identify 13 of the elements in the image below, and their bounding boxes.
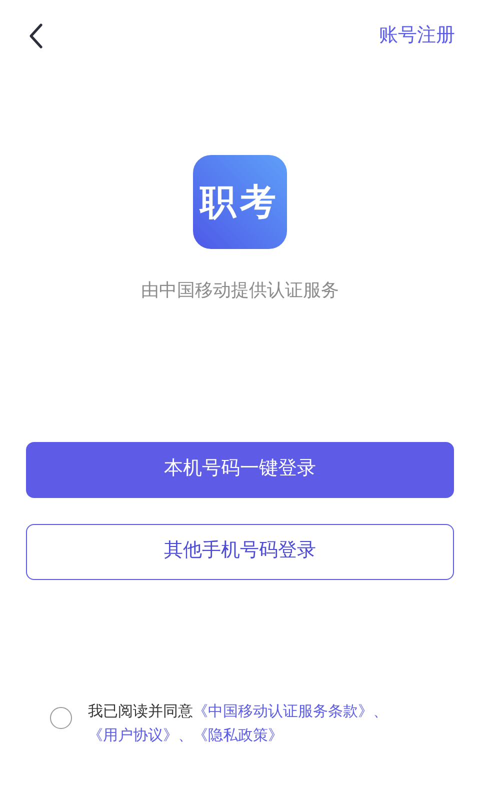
app-logo: 职考: [193, 154, 287, 248]
agreement-link[interactable]: 《隐私政策》: [193, 726, 283, 744]
provider-note: 由中国移动提供认证服务: [140, 278, 340, 302]
agree-checkbox[interactable]: [50, 706, 72, 728]
back-icon[interactable]: [28, 23, 44, 50]
agreement-text: 我已阅读并同意《中国移动认证服务条款》、 《用户协议》、《隐私政策》: [88, 702, 389, 746]
register-link[interactable]: 账号注册: [379, 22, 455, 50]
agreement-link[interactable]: 、: [178, 726, 193, 744]
agreement-link[interactable]: 《中国移动认证服务条款》: [193, 702, 373, 720]
agreement-link[interactable]: 、: [373, 702, 388, 720]
one-tap-login-button[interactable]: 本机号码一键登录: [26, 442, 454, 498]
agreement-link[interactable]: 《用户协议》: [88, 726, 178, 744]
other-phone-login-button[interactable]: 其他手机号码登录: [26, 524, 454, 580]
